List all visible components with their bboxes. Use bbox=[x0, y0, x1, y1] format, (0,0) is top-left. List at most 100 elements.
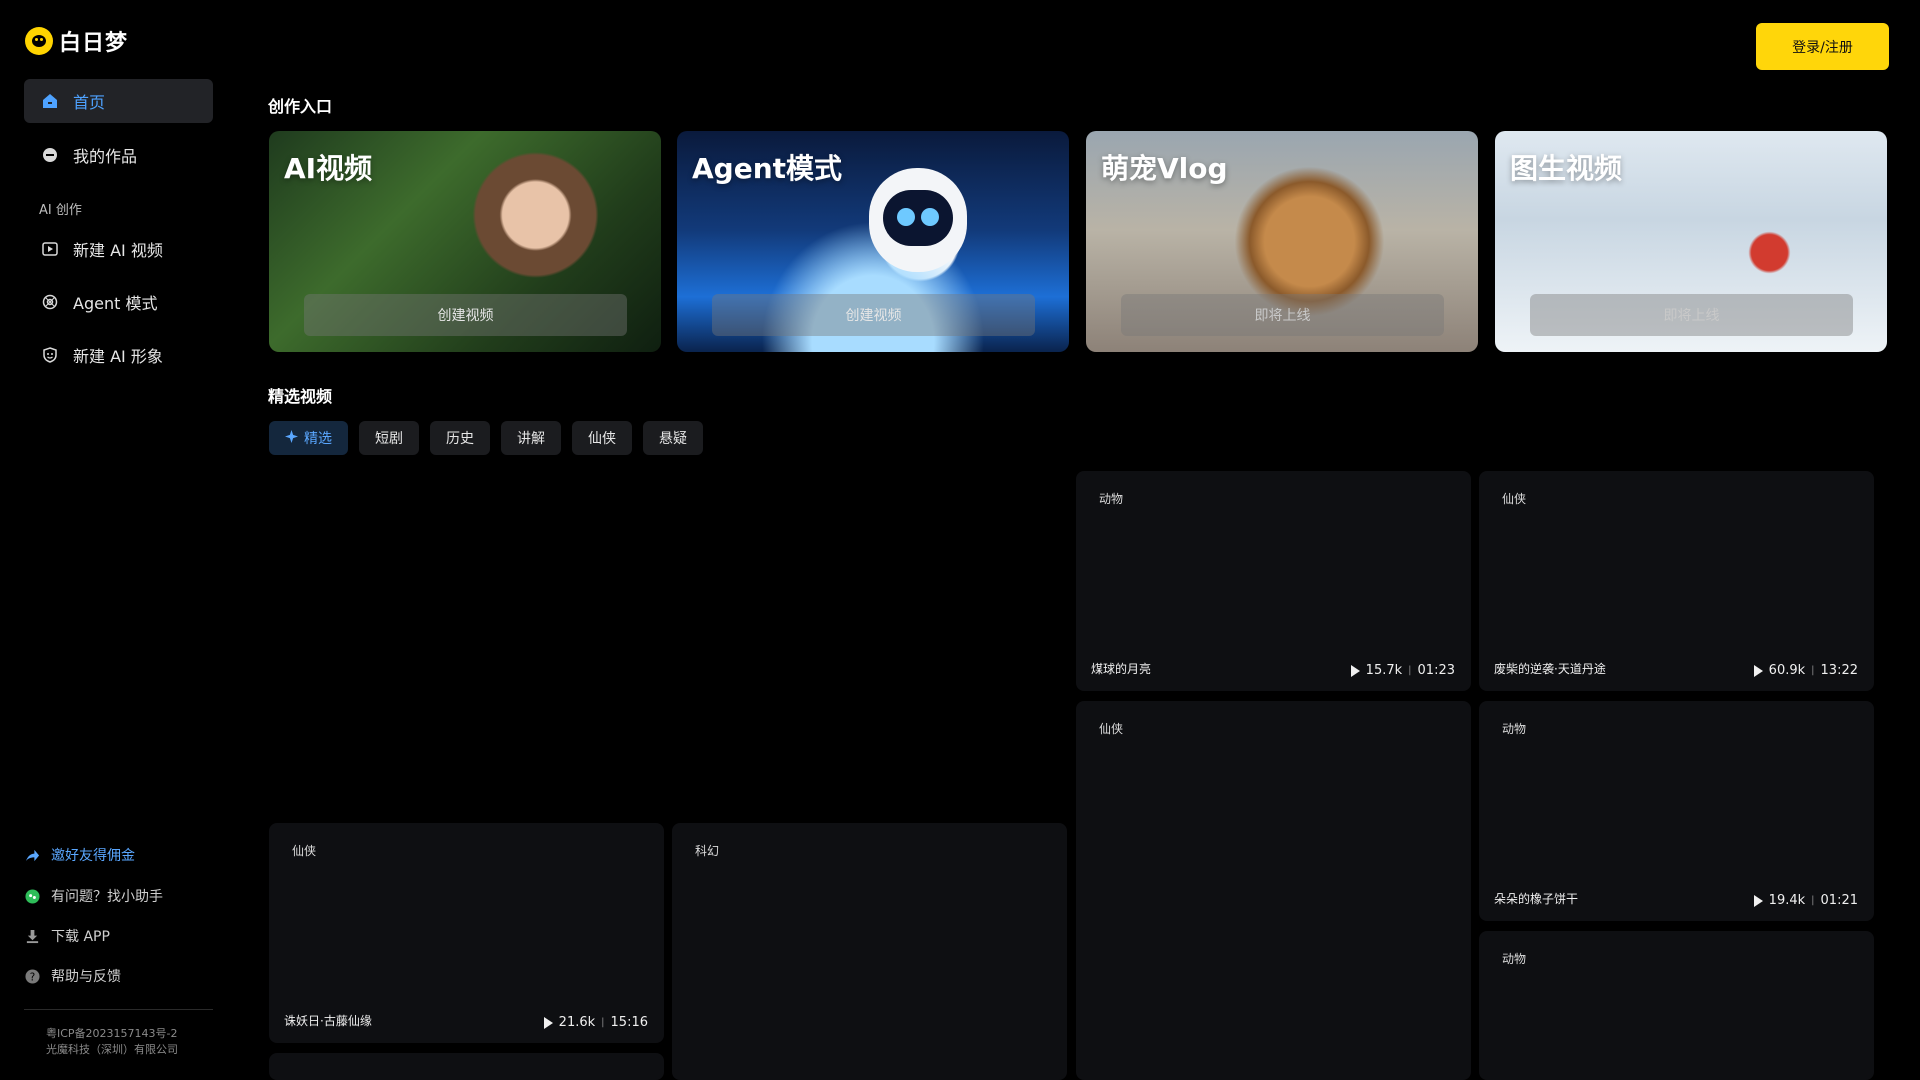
sidebar-item-label: 我的作品 bbox=[73, 147, 138, 166]
home-icon bbox=[41, 92, 59, 110]
works-icon bbox=[41, 146, 59, 164]
sidebar-item-label: 新建 AI 形象 bbox=[73, 347, 163, 366]
card-agent-mode[interactable]: Agent模式 创建视频 bbox=[677, 131, 1069, 352]
separator: | bbox=[1408, 665, 1412, 676]
help-feedback-link[interactable]: ? 帮助与反馈 bbox=[24, 966, 121, 986]
tab-xianxia[interactable]: 仙侠 bbox=[572, 421, 632, 455]
sidebar-item-home[interactable]: 首页 bbox=[24, 79, 213, 123]
video-category: 动物 bbox=[1099, 492, 1124, 506]
coming-soon-button[interactable]: 即将上线 bbox=[1121, 294, 1444, 336]
brand-logo[interactable]: 白日梦 bbox=[25, 25, 128, 57]
video-category: 科幻 bbox=[695, 844, 720, 858]
download-app-link[interactable]: 下载 APP bbox=[24, 926, 110, 946]
video-category: 仙侠 bbox=[1502, 492, 1527, 506]
video-stats: 60.9k | 13:22 bbox=[1753, 663, 1858, 678]
video-views: 19.4k bbox=[1768, 893, 1806, 908]
tab-history[interactable]: 历史 bbox=[430, 421, 490, 455]
sidebar-item-new-ai-avatar[interactable]: 新建 AI 形象 bbox=[24, 333, 213, 377]
play-icon bbox=[1350, 664, 1360, 677]
video-views: 15.7k bbox=[1365, 663, 1403, 678]
svg-text:?: ? bbox=[29, 971, 34, 983]
login-register-button[interactable]: 登录/注册 bbox=[1756, 23, 1889, 70]
video-stats: 15.7k | 01:23 bbox=[1350, 663, 1455, 678]
sidebar: 白日梦 首页 我的作品 AI 创作 新建 AI 视频 Agent 模式 新建 A… bbox=[0, 0, 237, 1080]
video-category: 仙侠 bbox=[292, 844, 317, 858]
video-title: 废柴的逆袭·天道丹途 bbox=[1494, 662, 1606, 676]
video-duration: 01:21 bbox=[1820, 893, 1858, 908]
avatar-icon bbox=[41, 346, 59, 364]
video-category: 仙侠 bbox=[1099, 722, 1124, 736]
video-duration: 01:23 bbox=[1417, 663, 1455, 678]
assistant-link[interactable]: 有问题？找小助手 bbox=[24, 886, 163, 906]
video-card[interactable] bbox=[269, 1053, 664, 1080]
chat-icon bbox=[24, 888, 40, 904]
tab-suspense[interactable]: 悬疑 bbox=[643, 421, 703, 455]
assistant-label: 有问题？找小助手 bbox=[51, 889, 163, 905]
featured-section-title: 精选视频 bbox=[268, 387, 333, 406]
video-card[interactable]: 动物 bbox=[1479, 931, 1874, 1080]
play-icon bbox=[543, 1016, 553, 1029]
coming-soon-button[interactable]: 即将上线 bbox=[1530, 294, 1853, 336]
video-title: 诛妖日·古藤仙缘 bbox=[284, 1014, 372, 1028]
play-icon bbox=[1753, 664, 1763, 677]
tab-short-drama[interactable]: 短剧 bbox=[359, 421, 419, 455]
video-title: 煤球的月亮 bbox=[1091, 662, 1152, 676]
tab-label: 精选 bbox=[304, 431, 332, 447]
robot-illustration bbox=[869, 168, 967, 272]
ai-create-section-label: AI 创作 bbox=[39, 203, 82, 218]
invite-friends-link[interactable]: 邀好友得佣金 bbox=[24, 845, 135, 865]
share-icon bbox=[24, 847, 40, 863]
video-stats: 21.6k | 15:16 bbox=[543, 1015, 648, 1030]
card-image-to-video[interactable]: 图生视频 即将上线 bbox=[1495, 131, 1887, 352]
help-feedback-label: 帮助与反馈 bbox=[51, 969, 121, 985]
play-icon bbox=[1753, 894, 1763, 907]
video-views: 21.6k bbox=[558, 1015, 596, 1030]
create-video-button[interactable]: 创建视频 bbox=[712, 294, 1035, 336]
video-card[interactable]: 仙侠 bbox=[1076, 701, 1471, 1080]
video-title: 朵朵的橡子饼干 bbox=[1494, 892, 1579, 906]
card-title: AI视频 bbox=[284, 152, 373, 185]
separator: | bbox=[1811, 895, 1815, 906]
sidebar-item-label: 新建 AI 视频 bbox=[73, 241, 163, 260]
download-icon bbox=[24, 928, 40, 944]
invite-friends-label: 邀好友得佣金 bbox=[51, 848, 135, 864]
video-stats: 19.4k | 01:21 bbox=[1753, 893, 1858, 908]
logo-icon bbox=[25, 27, 53, 55]
sidebar-item-agent-mode[interactable]: Agent 模式 bbox=[24, 280, 213, 324]
video-category: 动物 bbox=[1502, 952, 1527, 966]
separator: | bbox=[601, 1017, 605, 1028]
featured-tabs: 精选 短剧 历史 讲解 仙侠 悬疑 bbox=[269, 421, 703, 455]
creation-section-title: 创作入口 bbox=[268, 97, 333, 116]
video-card[interactable]: 科幻 bbox=[672, 823, 1067, 1080]
card-title: Agent模式 bbox=[692, 152, 843, 185]
tab-featured[interactable]: 精选 bbox=[269, 421, 348, 455]
video-card[interactable]: 仙侠 废柴的逆袭·天道丹途 60.9k | 13:22 bbox=[1479, 471, 1874, 691]
video-category: 动物 bbox=[1502, 722, 1527, 736]
create-video-button[interactable]: 创建视频 bbox=[304, 294, 627, 336]
video-duration: 15:16 bbox=[610, 1015, 648, 1030]
video-icon bbox=[41, 240, 59, 258]
brand-name: 白日梦 bbox=[59, 31, 129, 56]
sidebar-item-label: 首页 bbox=[73, 93, 106, 112]
agent-icon bbox=[41, 293, 59, 311]
help-icon: ? bbox=[24, 968, 40, 984]
video-card[interactable]: 动物 朵朵的橡子饼干 19.4k | 01:21 bbox=[1479, 701, 1874, 921]
sidebar-item-my-works[interactable]: 我的作品 bbox=[24, 133, 213, 177]
video-card[interactable]: 仙侠 诛妖日·古藤仙缘 21.6k | 15:16 bbox=[269, 823, 664, 1043]
icp-record: 粤ICP备2023157143号-2 bbox=[46, 1027, 178, 1040]
sidebar-item-new-ai-video[interactable]: 新建 AI 视频 bbox=[24, 227, 213, 271]
card-ai-video[interactable]: AI视频 创建视频 bbox=[269, 131, 661, 352]
sparkle-icon bbox=[285, 429, 298, 447]
download-app-label: 下载 APP bbox=[51, 929, 110, 945]
sidebar-divider bbox=[24, 1009, 213, 1010]
card-pet-vlog[interactable]: 萌宠Vlog 即将上线 bbox=[1086, 131, 1478, 352]
video-views: 60.9k bbox=[1768, 663, 1806, 678]
tab-explain[interactable]: 讲解 bbox=[501, 421, 561, 455]
video-card[interactable]: 动物 煤球的月亮 15.7k | 01:23 bbox=[1076, 471, 1471, 691]
card-title: 图生视频 bbox=[1510, 152, 1623, 185]
video-duration: 13:22 bbox=[1820, 663, 1858, 678]
separator: | bbox=[1811, 665, 1815, 676]
card-title: 萌宠Vlog bbox=[1101, 152, 1228, 185]
company-name: 光魔科技（深圳）有限公司 bbox=[46, 1043, 178, 1056]
sidebar-item-label: Agent 模式 bbox=[73, 294, 158, 313]
